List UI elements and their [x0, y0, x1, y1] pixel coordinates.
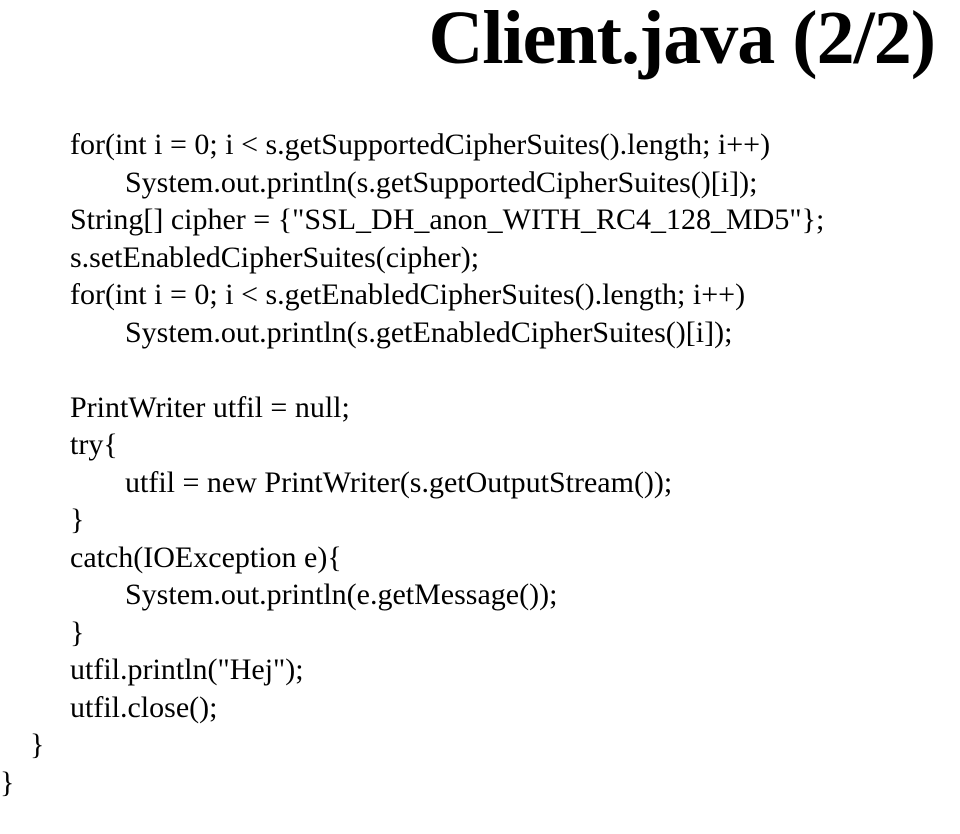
- code-block: for(int i = 0; i < s.getSupportedCipherS…: [0, 76, 960, 801]
- code-line: try{: [70, 428, 118, 461]
- code-line: catch(IOException e){: [70, 541, 342, 574]
- code-line: }: [70, 503, 84, 536]
- code-line: utfil = new PrintWriter(s.getOutputStrea…: [70, 464, 672, 502]
- code-line: System.out.println(e.getMessage());: [70, 576, 557, 614]
- code-line: for(int i = 0; i < s.getEnabledCipherSui…: [70, 278, 745, 311]
- code-line: }: [30, 728, 44, 761]
- code-line: for(int i = 0; i < s.getSupportedCipherS…: [70, 128, 770, 161]
- code-line: PrintWriter utfil = null;: [70, 391, 350, 424]
- code-line: utfil.close();: [70, 691, 217, 724]
- code-line: String[] cipher = {"SSL_DH_anon_WITH_RC4…: [70, 203, 824, 236]
- code-line: System.out.println(s.getEnabledCipherSui…: [70, 314, 732, 352]
- code-line: s.setEnabledCipherSuites(cipher);: [70, 241, 479, 274]
- code-line: System.out.println(s.getSupportedCipherS…: [70, 164, 757, 202]
- slide-page: Client.java (2/2) for(int i = 0; i < s.g…: [0, 0, 960, 834]
- code-line: }: [0, 766, 14, 799]
- code-line: utfil.println("Hej");: [70, 653, 304, 686]
- page-title: Client.java (2/2): [0, 0, 960, 76]
- code-line: }: [70, 616, 84, 649]
